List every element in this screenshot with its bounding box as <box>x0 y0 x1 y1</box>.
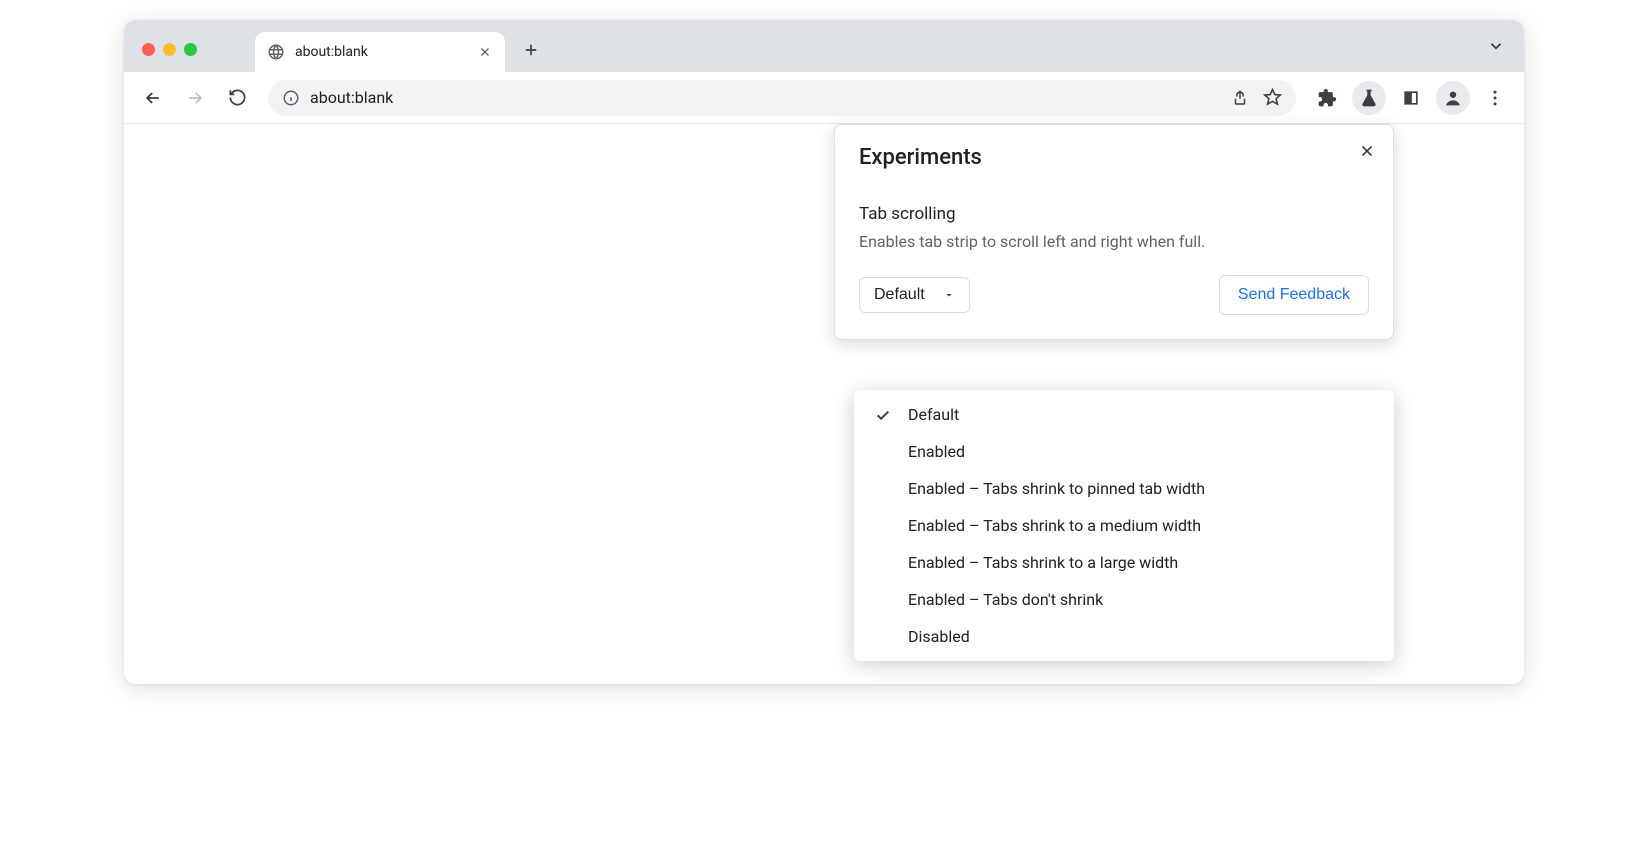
reload-button[interactable] <box>220 81 254 115</box>
dropdown-option-label: Enabled – Tabs shrink to a large width <box>908 553 1178 572</box>
dropdown-option[interactable]: Enabled <box>854 433 1394 470</box>
experiment-description: Enables tab strip to scroll left and rig… <box>859 232 1369 251</box>
window-close-button[interactable] <box>142 43 155 56</box>
experiment-name: Tab scrolling <box>859 204 1369 224</box>
forward-button[interactable] <box>178 81 212 115</box>
tab-strip: about:blank <box>124 20 1524 72</box>
site-info-icon[interactable] <box>282 89 300 107</box>
menu-button[interactable] <box>1478 81 1512 115</box>
popup-close-button[interactable] <box>1355 139 1379 163</box>
experiment-select-dropdown: Default Enabled Enabled – Tabs shrink to p… <box>854 390 1394 661</box>
dropdown-option[interactable]: Enabled – Tabs shrink to a medium width <box>854 507 1394 544</box>
dropdown-option-label: Enabled – Tabs shrink to pinned tab widt… <box>908 479 1205 498</box>
dropdown-option[interactable]: Enabled – Tabs don't shrink <box>854 581 1394 618</box>
new-tab-button[interactable] <box>515 34 547 66</box>
profile-button[interactable] <box>1436 81 1470 115</box>
globe-icon <box>267 43 285 61</box>
popup-actions: Default Send Feedback <box>859 275 1369 315</box>
extensions-button[interactable] <box>1310 81 1344 115</box>
back-button[interactable] <box>136 81 170 115</box>
omnibox-actions <box>1231 88 1282 107</box>
dropdown-option[interactable]: Enabled – Tabs shrink to a large width <box>854 544 1394 581</box>
address-bar[interactable]: about:blank <box>268 80 1296 116</box>
browser-window: about:blank about:blank <box>124 20 1524 684</box>
tab-strip-right <box>1482 20 1510 72</box>
check-icon <box>872 406 894 424</box>
dropdown-option-label: Enabled – Tabs shrink to a medium width <box>908 516 1201 535</box>
share-icon[interactable] <box>1231 89 1249 107</box>
select-value: Default <box>874 286 925 304</box>
dropdown-option[interactable]: Disabled <box>854 618 1394 655</box>
dropdown-option-label: Default <box>908 405 959 424</box>
caret-down-icon <box>943 289 955 301</box>
window-minimize-button[interactable] <box>163 43 176 56</box>
tab-search-button[interactable] <box>1482 32 1510 60</box>
experiments-button[interactable] <box>1352 81 1386 115</box>
popup-title: Experiments <box>859 145 1369 170</box>
bookmark-icon[interactable] <box>1263 88 1282 107</box>
experiments-popup: Experiments Tab scrolling Enables tab st… <box>834 124 1394 340</box>
dropdown-option-label: Disabled <box>908 627 970 646</box>
dropdown-option[interactable]: Enabled – Tabs shrink to pinned tab widt… <box>854 470 1394 507</box>
side-panel-button[interactable] <box>1394 81 1428 115</box>
dropdown-option[interactable]: Default <box>854 396 1394 433</box>
tab-title: about:blank <box>295 44 467 60</box>
tab-close-button[interactable] <box>477 44 493 60</box>
content-area: Experiments Tab scrolling Enables tab st… <box>124 124 1524 684</box>
experiment-select[interactable]: Default <box>859 277 970 313</box>
send-feedback-button[interactable]: Send Feedback <box>1219 275 1369 315</box>
dropdown-option-label: Enabled – Tabs don't shrink <box>908 590 1103 609</box>
window-maximize-button[interactable] <box>184 43 197 56</box>
toolbar: about:blank <box>124 72 1524 124</box>
browser-tab[interactable]: about:blank <box>255 32 505 72</box>
dropdown-option-label: Enabled <box>908 442 965 461</box>
window-controls <box>136 43 207 72</box>
url-text: about:blank <box>310 88 393 107</box>
